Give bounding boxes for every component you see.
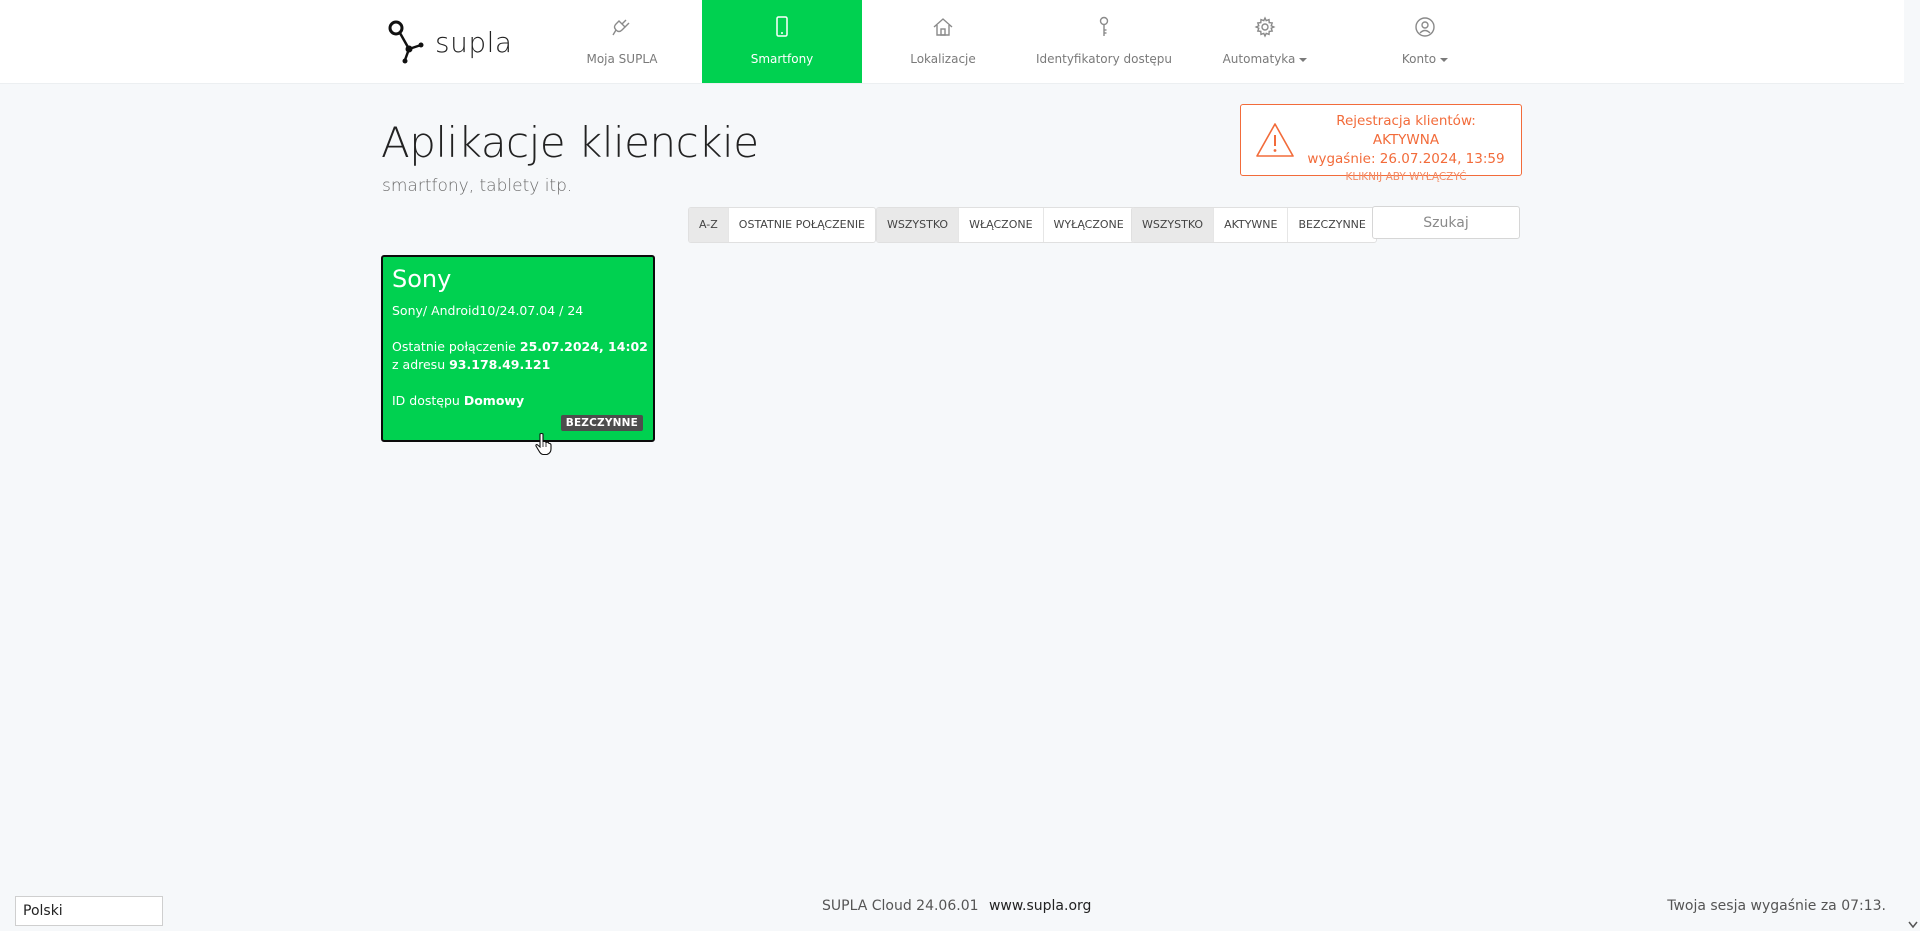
- nav-item-smartfony[interactable]: Smartfony: [702, 0, 862, 83]
- filter-disabled-button[interactable]: WYŁĄCZONE: [1044, 208, 1134, 242]
- nav-label: Konto: [1401, 52, 1437, 66]
- caret-down-icon: [1299, 57, 1308, 62]
- activity-active-button[interactable]: AKTYWNE: [1214, 208, 1289, 242]
- client-address: z adresu 93.178.49.121: [392, 357, 550, 372]
- sort-filter-group: A-Z OSTATNIE POŁĄCZENIE: [688, 207, 877, 243]
- address-label: z adresu: [392, 357, 446, 372]
- nav-item-lokalizacje[interactable]: Lokalizacje: [863, 0, 1023, 83]
- activity-all-button[interactable]: WSZYSTKO: [1132, 208, 1215, 242]
- alert-expiry-text: wygaśnie: 26.07.2024, 13:59: [1307, 151, 1505, 167]
- last-connection-value: 25.07.2024, 14:02: [519, 339, 648, 354]
- nav-label: Automatyka: [1222, 52, 1296, 66]
- nav-label: Identyfikatory dostępu: [1035, 52, 1173, 66]
- registration-alert[interactable]: Rejestracja klientów: AKTYWNA wygaśnie: …: [1240, 104, 1522, 183]
- plug-icon: [610, 14, 634, 40]
- session-timer: Twoja sesja wygaśnie za 07:13.: [1667, 898, 1886, 914]
- language-select[interactable]: Polski: [15, 896, 163, 926]
- nav-label: Lokalizacje: [910, 52, 976, 66]
- filter-enabled-button[interactable]: WŁĄCZONE: [959, 208, 1044, 242]
- nav-label: Smartfony: [750, 52, 814, 66]
- supla-logo-icon: [388, 20, 424, 64]
- nav-item-moja-supla[interactable]: Moja SUPLA: [542, 0, 702, 83]
- alert-status-text: Rejestracja klientów: AKTYWNA: [1336, 113, 1476, 148]
- sort-az-button[interactable]: A-Z: [689, 208, 729, 242]
- key-icon: [1092, 14, 1116, 40]
- footer-version: SUPLA Cloud 24.06.01 www.supla.org: [822, 898, 1091, 914]
- home-icon: [931, 14, 955, 40]
- top-navbar: supla Moja SUPLA Smartfony Lokalizacje I…: [0, 0, 1904, 84]
- client-software: Sony/ Android10/24.07.04 / 24: [392, 303, 584, 318]
- address-value: 93.178.49.121: [449, 357, 551, 372]
- filter-all-button[interactable]: WSZYSTKO: [877, 208, 960, 242]
- access-id-value: Domowy: [463, 393, 525, 408]
- page-subtitle: smartfony, tablety itp.: [382, 176, 573, 196]
- client-access-id: ID dostępu Domowy: [392, 393, 524, 408]
- sort-last-connection-button[interactable]: OSTATNIE POŁĄCZENIE: [729, 208, 875, 242]
- scroll-down-icon[interactable]: [1908, 921, 1918, 929]
- nav-item-automatyka[interactable]: Automatyka: [1185, 0, 1345, 83]
- supla-website-link[interactable]: www.supla.org: [989, 898, 1091, 914]
- client-card[interactable]: Sony Sony/ Android10/24.07.04 / 24 Ostat…: [381, 255, 655, 442]
- logo[interactable]: supla: [385, 18, 513, 66]
- warning-icon: [1256, 123, 1294, 157]
- hand-cursor-icon: [535, 432, 552, 456]
- alert-disable-link[interactable]: KLIKNIJ ABY WYŁĄCZYĆ: [1301, 169, 1511, 185]
- page-title: Aplikacje klienckie: [381, 118, 759, 167]
- activity-filter-group: WSZYSTKO AKTYWNE BEZCZYNNE: [1131, 207, 1377, 243]
- enabled-filter-group: WSZYSTKO WŁĄCZONE WYŁĄCZONE: [876, 207, 1135, 243]
- version-text: SUPLA Cloud 24.06.01: [822, 898, 979, 914]
- smartphone-icon: [770, 14, 794, 40]
- caret-down-icon: [1440, 57, 1449, 62]
- client-last-connection: Ostatnie połączenie 25.07.2024, 14:02: [392, 339, 648, 354]
- nav-label: Moja SUPLA: [586, 52, 658, 66]
- gear-icon: [1253, 14, 1277, 40]
- activity-idle-button[interactable]: BEZCZYNNE: [1288, 208, 1375, 242]
- last-connection-label: Ostatnie połączenie: [392, 339, 516, 354]
- status-badge: BEZCZYNNE: [560, 415, 643, 431]
- client-name: Sony: [392, 265, 452, 293]
- user-icon: [1413, 14, 1437, 40]
- search-input[interactable]: [1372, 206, 1520, 239]
- access-id-label: ID dostępu: [392, 393, 460, 408]
- nav-item-konto[interactable]: Konto: [1345, 0, 1505, 83]
- logo-text: supla: [435, 25, 513, 59]
- nav-item-identyfikatory[interactable]: Identyfikatory dostępu: [1024, 0, 1184, 83]
